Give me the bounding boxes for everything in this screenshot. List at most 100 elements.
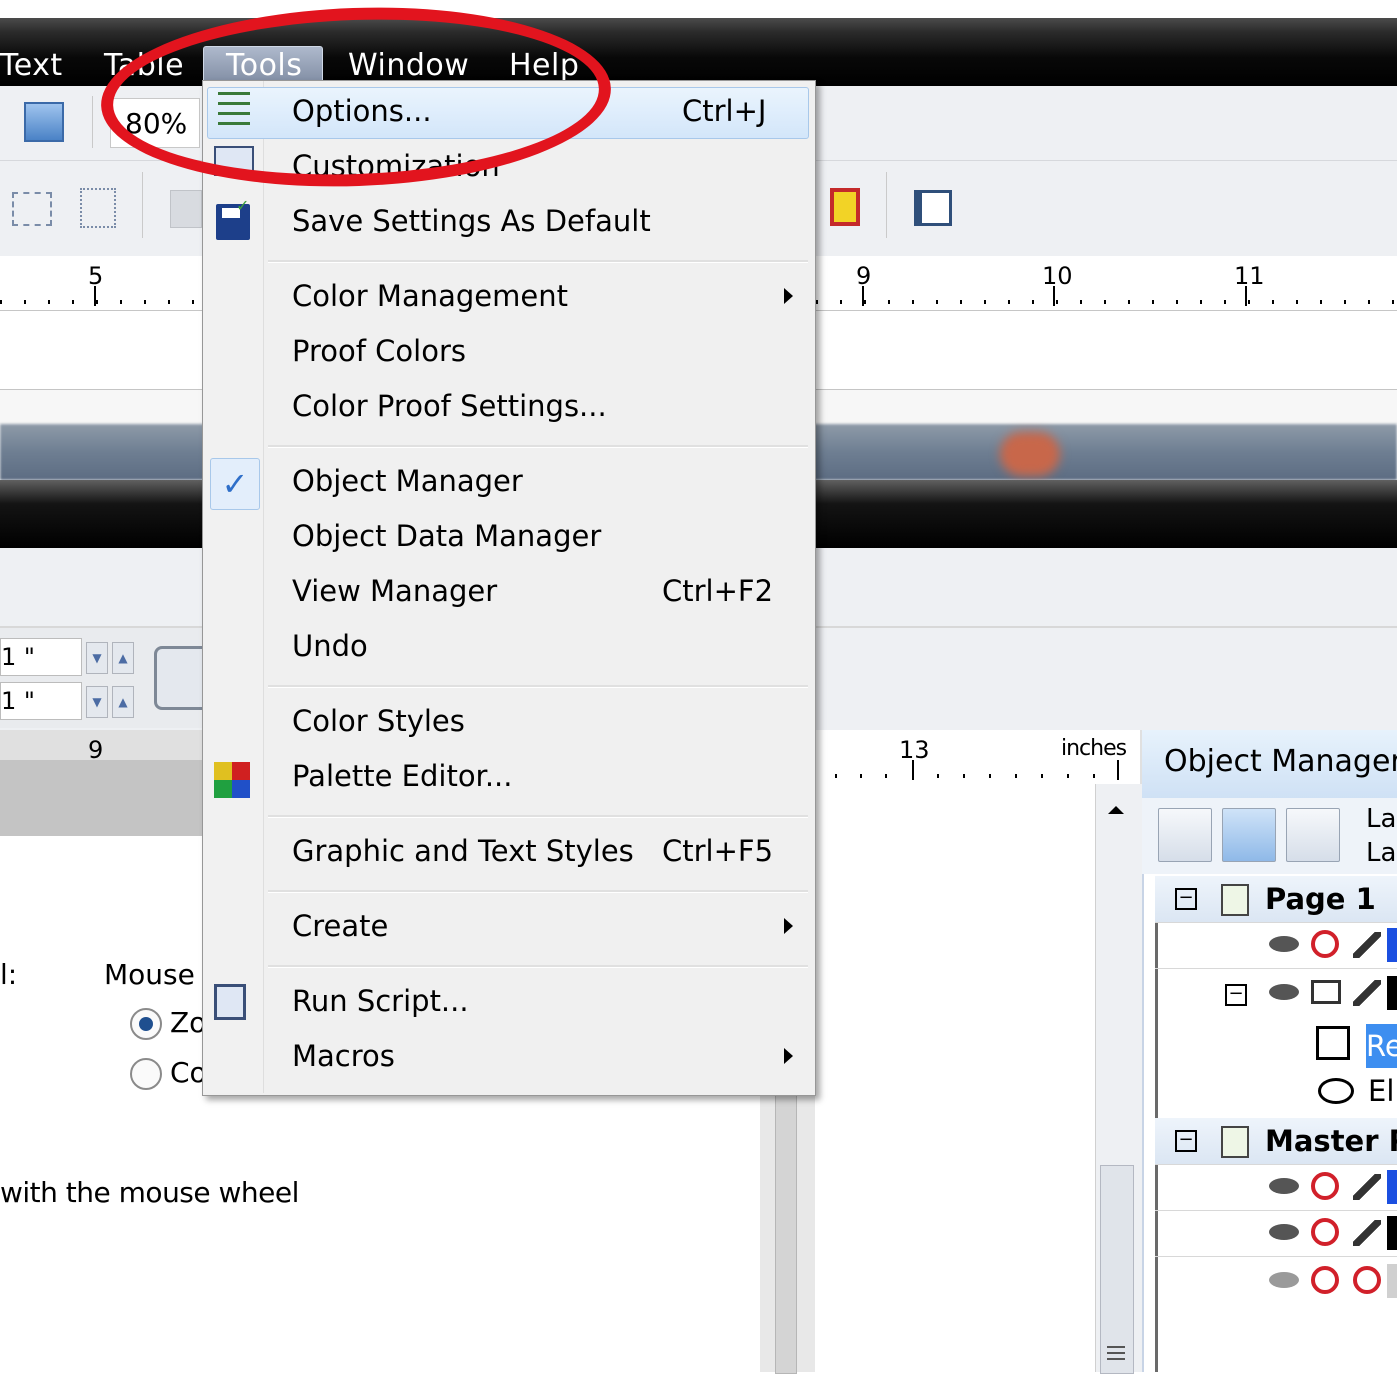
pencil-icon[interactable] (1353, 932, 1381, 958)
ruler-minor-tick (1344, 300, 1346, 304)
dialog-header-band (0, 760, 215, 838)
ruler-minor-tick (936, 300, 938, 304)
menu-item-view-manager[interactable]: View Manager (292, 574, 497, 608)
spin-up-icon[interactable]: ▲ (112, 686, 134, 718)
eye-icon[interactable] (1269, 1178, 1299, 1194)
menu-item-object-data-manager[interactable]: Object Data Manager (292, 519, 601, 553)
menu-item-color-styles[interactable]: Color Styles (292, 704, 465, 738)
spin-up-icon[interactable]: ▲ (112, 642, 134, 674)
menu-item-create[interactable]: Create (292, 909, 388, 943)
page-icon (1221, 884, 1249, 916)
tree-item-rectangle[interactable]: Re (1366, 1024, 1397, 1068)
position-field-1[interactable]: 1 " (0, 638, 82, 676)
tree-row-page1[interactable]: − Page 1 (1155, 876, 1397, 923)
ruler-minor-tick (912, 300, 914, 304)
collapse-icon[interactable]: − (1225, 984, 1247, 1006)
eye-icon[interactable] (1269, 984, 1299, 1000)
ruler-minor-tick (120, 300, 122, 304)
crop-frame-icon[interactable] (830, 188, 860, 226)
collapse-icon[interactable]: − (1175, 888, 1197, 910)
position-field-2[interactable]: 1 " (0, 682, 82, 720)
layer-color-swatch (1387, 976, 1397, 1010)
menu-item-color-proof-settings[interactable]: Color Proof Settings... (292, 389, 607, 423)
spin-down-icon[interactable]: ▼ (86, 642, 108, 674)
tree-row-layer[interactable] (1155, 922, 1397, 969)
layer-color-swatch (1387, 1170, 1397, 1204)
edit-across-layers-icon[interactable] (1222, 808, 1276, 862)
distribute-icon[interactable] (80, 188, 116, 228)
radio-zoom-label: Zo (170, 1006, 207, 1039)
menu-item-undo[interactable]: Undo (292, 629, 368, 663)
layer-manager-view-icon[interactable] (1286, 808, 1340, 862)
drawing-canvas[interactable] (815, 784, 1105, 1372)
ruler-minor-tick (840, 300, 842, 304)
no-print-icon[interactable] (1311, 1172, 1339, 1200)
disabled-tool-icon (170, 190, 202, 228)
dialog-scroll-thumb[interactable] (775, 1095, 797, 1374)
tree-row-master-page[interactable]: − Master P (1155, 1118, 1397, 1165)
ruler-minor-tick (960, 300, 962, 304)
menu-item-run-script[interactable]: Run Script... (292, 984, 469, 1018)
align-icon[interactable] (12, 192, 52, 226)
no-edit-icon[interactable] (1353, 1266, 1381, 1294)
layer-color-swatch (1387, 928, 1397, 962)
spin-down-icon[interactable]: ▼ (86, 686, 108, 718)
run-script-icon (214, 984, 246, 1020)
ruler-minor-tick (1224, 300, 1226, 304)
menu-item-proof-colors[interactable]: Proof Colors (292, 334, 466, 368)
tree-row-master-layer2[interactable] (1155, 1210, 1397, 1257)
menu-item-graphic-text-styles[interactable]: Graphic and Text Styles (292, 834, 634, 868)
wrap-text-icon[interactable] (914, 190, 952, 226)
no-print-icon[interactable] (1311, 1266, 1339, 1294)
radio-zoom[interactable] (130, 1008, 162, 1040)
radio-other[interactable] (130, 1058, 162, 1090)
collapse-icon[interactable]: − (1175, 1130, 1197, 1152)
menu-item-save-settings[interactable]: Save Settings As Default (292, 204, 651, 238)
tree-row-guides[interactable] (1155, 1256, 1397, 1302)
hidden-eye-icon[interactable] (1269, 1272, 1299, 1288)
shortcut-options: Ctrl+J (682, 94, 767, 128)
submenu-arrow-icon (784, 1048, 793, 1064)
ruler-minor-tick (1200, 300, 1202, 304)
scroll-up-icon[interactable] (1108, 806, 1124, 814)
ruler-minor-tick (48, 300, 50, 304)
menu-item-color-management[interactable]: Color Management (292, 279, 568, 313)
ruler-minor-tick (1080, 300, 1082, 304)
tree-row-master-layer[interactable] (1155, 1164, 1397, 1211)
ruler-minor-tick (24, 300, 26, 304)
ruler-right-segment: 13 inches (815, 730, 1140, 784)
ruler-label: 9 (856, 262, 872, 290)
ruler-minor-tick (888, 300, 890, 304)
menu-item-object-manager[interactable]: Object Manager (292, 464, 523, 498)
ruler-units: inches (1061, 736, 1127, 761)
master-page-label: Master P (1265, 1124, 1397, 1158)
pencil-icon[interactable] (1353, 980, 1381, 1006)
tree-row-layer2[interactable]: − (1155, 968, 1397, 1014)
no-print-icon[interactable] (1311, 1218, 1339, 1246)
menu-item-macros[interactable]: Macros (292, 1039, 395, 1073)
canvas-scroll-thumb[interactable] (1100, 1165, 1134, 1374)
show-properties-icon[interactable] (1158, 808, 1212, 862)
ruler-minor-tick (168, 300, 170, 304)
menu-item-palette-editor[interactable]: Palette Editor... (292, 759, 512, 793)
ruler-minor-tick (1008, 300, 1010, 304)
no-print-icon[interactable] (1311, 930, 1339, 958)
eye-icon[interactable] (1269, 1224, 1299, 1240)
view-icon[interactable] (24, 102, 64, 142)
eye-icon[interactable] (1269, 936, 1299, 952)
menu-text[interactable]: Text (0, 48, 63, 83)
checkmark-icon: ✓ (210, 458, 260, 510)
ruler-label: 5 (88, 262, 104, 290)
ruler-minor-tick (864, 300, 866, 304)
layer-color-swatch (1387, 1216, 1397, 1250)
layer-label: La (1366, 804, 1397, 834)
toolbar-divider (886, 172, 887, 238)
window-top-edge (0, 0, 1397, 18)
ruler-minor-tick (1320, 300, 1322, 304)
ruler-label: 10 (1042, 262, 1073, 290)
printer-icon[interactable] (1311, 980, 1341, 1004)
menu-separator (268, 815, 808, 818)
pencil-icon[interactable] (1353, 1220, 1381, 1246)
pencil-icon[interactable] (1353, 1174, 1381, 1200)
tree-item-ellipse[interactable]: Ell (1368, 1074, 1397, 1108)
